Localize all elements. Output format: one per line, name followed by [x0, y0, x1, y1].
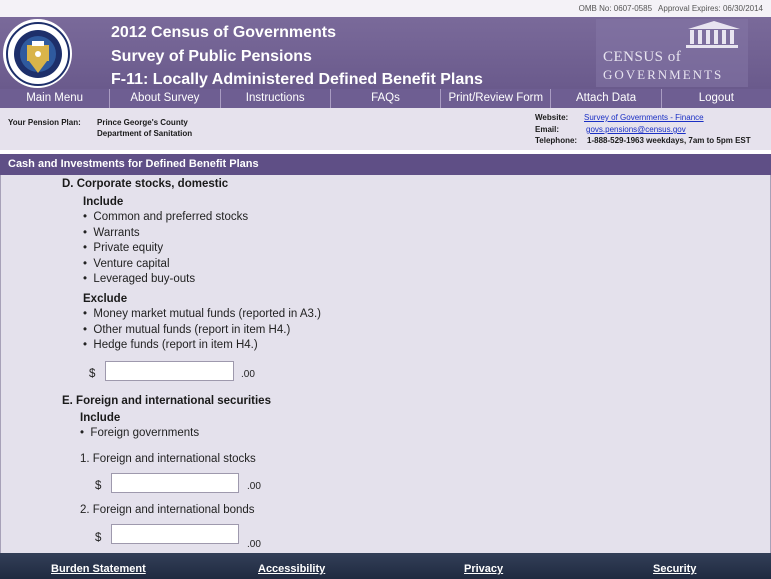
item-d-exclude-bullet-2: • Other mutual funds (report in item H4.…	[83, 324, 291, 336]
item-e-sub1-label: 1. Foreign and international stocks	[80, 453, 256, 465]
item-d-include-bullet-4: • Venture capital	[83, 258, 170, 270]
header: 2012 Census of Governments Survey of Pub…	[0, 17, 771, 89]
exclude-text: Hedge funds (report in item H4.)	[93, 339, 258, 351]
item-e-sub2-currency: $	[95, 532, 102, 544]
approval-expires: Approval Expires: 06/30/2014	[658, 4, 763, 13]
footer-accessibility-link[interactable]: Accessibility	[258, 563, 325, 575]
include-text: Foreign governments	[90, 427, 200, 439]
telephone-label: Telephone:	[535, 136, 578, 145]
item-e-sub1-cents: .00	[247, 481, 261, 492]
logo-census-of-text: CENSUS of	[603, 49, 682, 65]
main-nav: Main Menu About Survey Instructions FAQs…	[0, 89, 771, 108]
item-d-exclude-label: Exclude	[83, 293, 128, 305]
footer-burden-statement-link[interactable]: Burden Statement	[51, 563, 146, 575]
item-d-exclude-bullet-1: • Money market mutual funds (reported in…	[83, 308, 321, 320]
omb-number: OMB No: 0607-0585	[578, 4, 653, 13]
include-text: Venture capital	[93, 258, 170, 270]
include-text: Warrants	[93, 227, 140, 239]
include-text: Leveraged buy-outs	[93, 273, 196, 285]
item-d-title: D. Corporate stocks, domestic	[62, 178, 229, 190]
plan-info-bar: Your Pension Plan: Prince George's Count…	[0, 108, 771, 150]
item-d-currency-symbol: $	[89, 368, 96, 380]
website-label: Website:	[535, 113, 569, 122]
item-e-title: E. Foreign and international securities	[62, 395, 271, 407]
nav-main-menu[interactable]: Main Menu	[0, 89, 111, 108]
department-of-commerce-seal-icon	[3, 19, 72, 88]
website-link[interactable]: Survey of Governments - Finance	[584, 113, 704, 122]
item-e-sub1-currency: $	[95, 480, 102, 492]
header-survey-title: Survey of Public Pensions	[111, 48, 312, 65]
item-e-sub2-amount-input[interactable]	[111, 524, 239, 544]
header-census-title: 2012 Census of Governments	[111, 24, 336, 41]
nav-about-survey[interactable]: About Survey	[110, 89, 221, 108]
exclude-text: Other mutual funds (report in item H4.)	[93, 324, 291, 336]
email-label: Email:	[535, 125, 560, 134]
pension-plan-label: Your Pension Plan:	[8, 118, 81, 127]
nav-attach-data[interactable]: Attach Data	[551, 89, 662, 108]
include-text: Common and preferred stocks	[93, 211, 249, 223]
footer-privacy-link[interactable]: Privacy	[464, 563, 503, 575]
item-e-sub1-amount-input[interactable]	[111, 473, 239, 493]
item-d-include-bullet-1: • Common and preferred stocks	[83, 211, 249, 223]
logo-governments-text: GOVERNMENTS	[603, 67, 724, 82]
nav-instructions[interactable]: Instructions	[221, 89, 331, 108]
item-e-sub2-cents: .00	[247, 539, 261, 550]
email-link[interactable]: govs.pensions@census.gov	[586, 125, 686, 134]
pension-plan-department: Department of Sanitation	[97, 129, 193, 138]
footer-security-link[interactable]: Security	[653, 563, 696, 575]
item-d-include-bullet-5: • Leveraged buy-outs	[83, 273, 196, 285]
nav-print-review-form[interactable]: Print/Review Form	[441, 89, 552, 108]
footer: Burden Statement Accessibility Privacy S…	[0, 553, 771, 579]
pension-plan-county: Prince George's County	[97, 118, 188, 127]
omb-bar: OMB No: 0607-0585 Approval Expires: 06/3…	[0, 0, 771, 17]
item-e-sub2-label: 2. Foreign and international bonds	[80, 504, 255, 516]
census-of-governments-logo: CENSUS of GOVERNMENTS	[596, 19, 748, 87]
item-d-include-bullet-2: • Warrants	[83, 227, 140, 239]
item-d-exclude-bullet-3: • Hedge funds (report in item H4.)	[83, 339, 258, 351]
include-text: Private equity	[93, 242, 164, 254]
nav-logout[interactable]: Logout	[662, 89, 771, 108]
header-form-title: F-11: Locally Administered Defined Benef…	[111, 71, 483, 88]
item-d-include-label: Include	[83, 196, 124, 208]
item-d-amount-input[interactable]	[105, 361, 234, 381]
item-e-include-label: Include	[80, 412, 121, 424]
exclude-text: Money market mutual funds (reported in A…	[93, 308, 321, 320]
form-content: D. Corporate stocks, domestic Include • …	[0, 175, 771, 553]
section-title: Cash and Investments for Defined Benefit…	[0, 154, 771, 175]
item-d-include-bullet-3: • Private equity	[83, 242, 164, 254]
nav-faqs[interactable]: FAQs	[331, 89, 442, 108]
item-e-include-bullet-1: • Foreign governments	[80, 427, 200, 439]
telephone-value: 1-888-529-1963 weekdays, 7am to 5pm EST	[587, 136, 751, 145]
item-d-cents: .00	[241, 369, 255, 380]
